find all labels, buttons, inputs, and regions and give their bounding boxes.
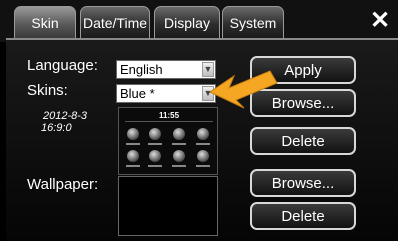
skins-label: Skins: [27, 82, 68, 99]
tab-date-time[interactable]: Date/Time [80, 6, 150, 38]
preview-app-icon [173, 128, 185, 140]
preview-icon-caption [126, 143, 140, 145]
language-select-value: English [120, 62, 163, 77]
preview-icon-caption [172, 143, 186, 145]
delete-wallpaper-button[interactable]: Delete [250, 202, 356, 230]
delete-skin-button[interactable]: Delete [250, 127, 356, 155]
apply-button[interactable]: Apply [250, 56, 356, 84]
preview-icon-caption [126, 165, 140, 167]
skin-date: 2012-8-3 [43, 110, 88, 122]
language-label: Language: [27, 57, 98, 74]
wallpaper-label: Wallpaper: [27, 176, 99, 193]
skins-select-value: Blue * [120, 86, 155, 101]
select-arrow-icon[interactable]: ▼ [202, 86, 214, 101]
preview-icon-caption [148, 143, 162, 145]
skin-time: 16:9:0 [41, 122, 72, 134]
wallpaper-preview [118, 176, 218, 236]
select-arrow-icon[interactable]: ▼ [202, 62, 214, 77]
tab-system[interactable]: System [222, 6, 284, 38]
preview-app-icon [149, 128, 161, 140]
preview-app-icon [127, 128, 139, 140]
tab-display[interactable]: Display [154, 6, 220, 38]
skin-preview-thumbnail: 11:55 [118, 107, 218, 175]
browse-wallpaper-button[interactable]: Browse... [250, 169, 356, 197]
preview-icon-caption [148, 165, 162, 167]
preview-clock: 11:55 [159, 111, 180, 120]
preview-app-icon [197, 128, 209, 140]
close-icon[interactable]: ✕ [368, 9, 392, 33]
language-select[interactable]: English ▼ [116, 60, 216, 79]
preview-icon-caption [196, 143, 210, 145]
tab-skin[interactable]: Skin [14, 6, 76, 38]
preview-app-icon [173, 150, 185, 162]
preview-status-bar [125, 121, 213, 122]
browse-skin-button[interactable]: Browse... [250, 89, 356, 117]
preview-icon-caption [172, 165, 186, 167]
preview-app-icon [127, 150, 139, 162]
preview-app-icon [149, 150, 161, 162]
preview-icon-caption [196, 165, 210, 167]
tab-bar: Skin Date/Time Display System ✕ [0, 0, 398, 42]
preview-app-icon [197, 150, 209, 162]
skins-select[interactable]: Blue * ▼ [116, 84, 216, 103]
